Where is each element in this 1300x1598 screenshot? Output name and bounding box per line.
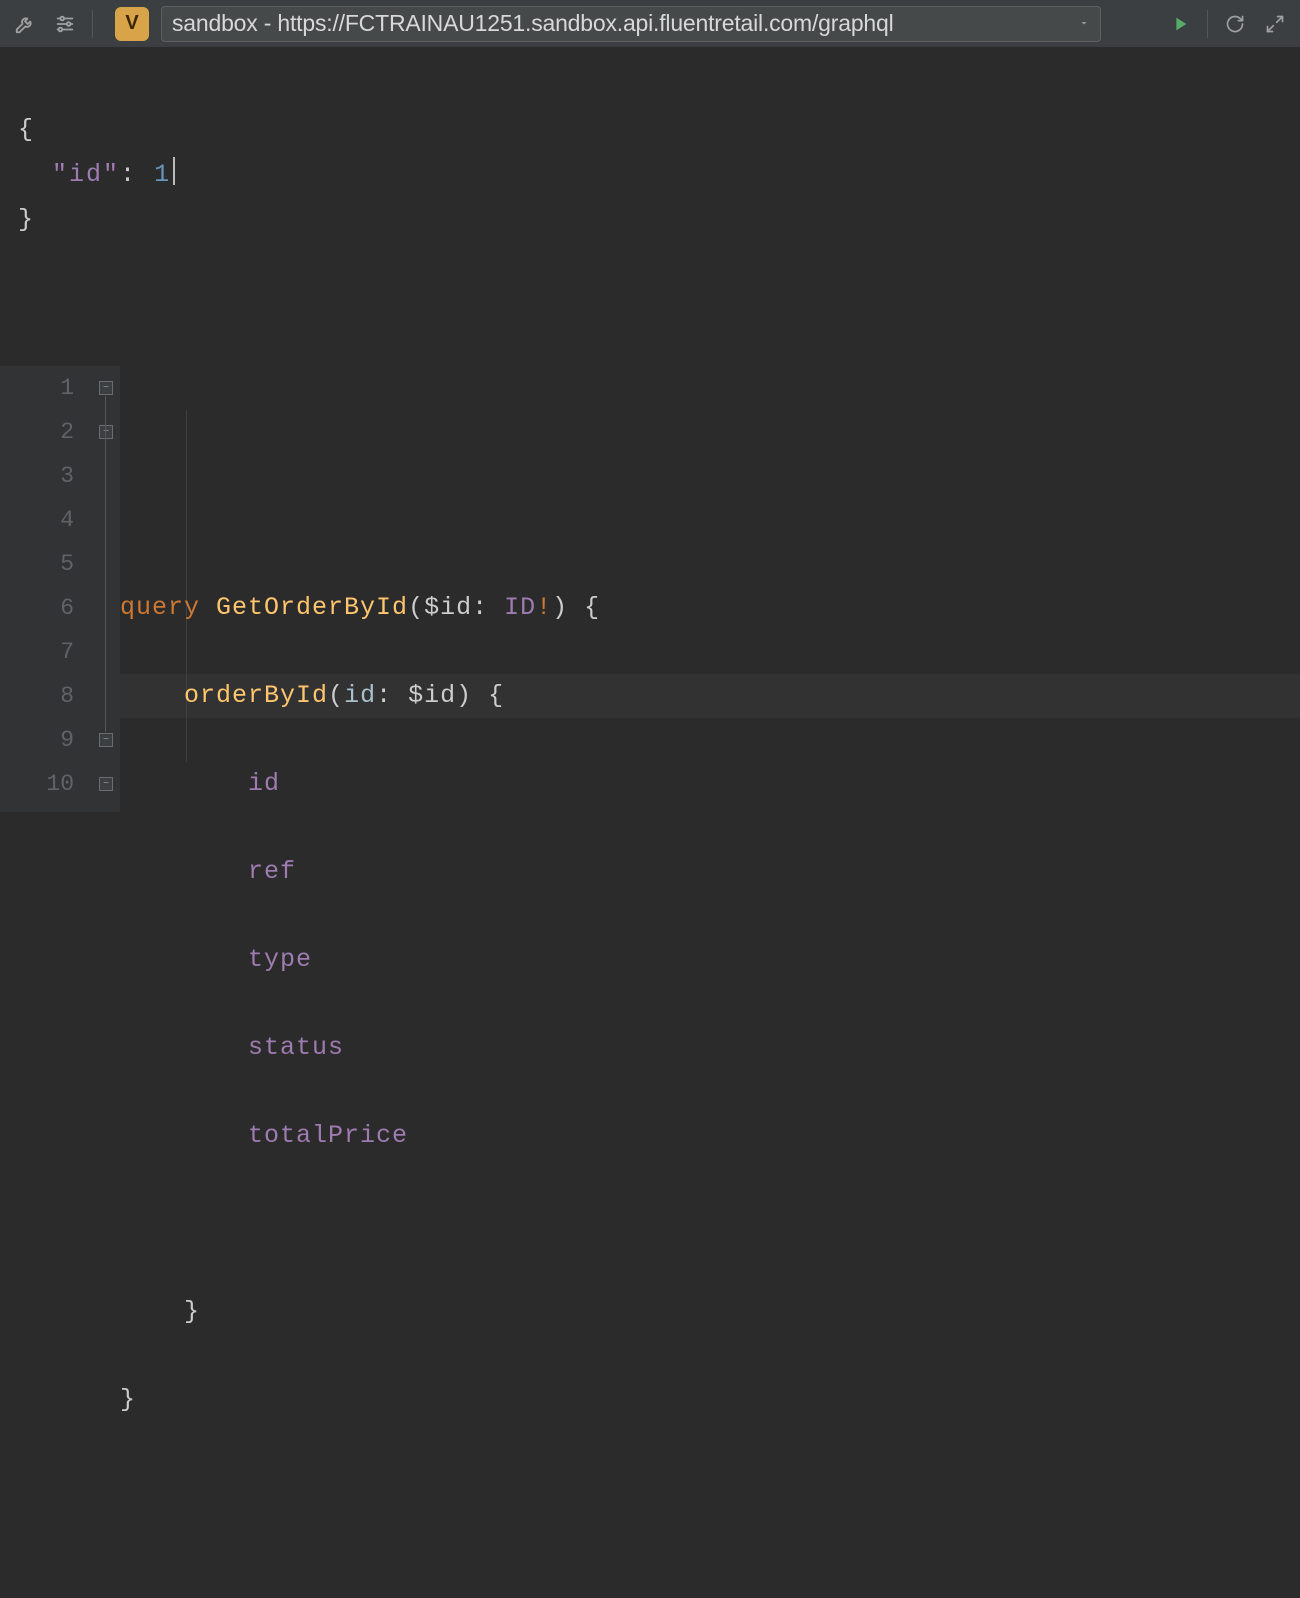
code-line: status bbox=[120, 1026, 1300, 1070]
endpoint-badge[interactable]: V bbox=[115, 7, 149, 41]
query-editor: 1 2 3 4 5 6 7 8 9 10 − − − − query GetOr… bbox=[0, 366, 1300, 812]
endpoint-selector-text: sandbox - https://FCTRAINAU1251.sandbox.… bbox=[172, 10, 894, 37]
toolbar-divider bbox=[92, 10, 93, 38]
refresh-icon[interactable] bbox=[1218, 7, 1252, 41]
run-icon[interactable] bbox=[1163, 7, 1197, 41]
fold-toggle-icon[interactable]: − bbox=[99, 381, 113, 395]
vars-value: 1 bbox=[154, 160, 171, 189]
text-caret bbox=[173, 157, 175, 185]
code-line: } bbox=[120, 1378, 1300, 1422]
code-area[interactable]: query GetOrderById($id: ID!) { orderById… bbox=[120, 366, 1300, 812]
line-number: 6 bbox=[0, 586, 74, 630]
line-number: 7 bbox=[0, 630, 74, 674]
variables-editor[interactable]: { "id": 1 } bbox=[0, 48, 1300, 366]
line-number: 5 bbox=[0, 542, 74, 586]
fold-gutter: − − − − bbox=[96, 366, 120, 812]
line-number: 9 bbox=[0, 718, 74, 762]
code-line bbox=[120, 1202, 1300, 1246]
line-number: 4 bbox=[0, 498, 74, 542]
line-number: 1 bbox=[0, 366, 74, 410]
line-number-gutter: 1 2 3 4 5 6 7 8 9 10 bbox=[0, 366, 96, 812]
wrench-icon[interactable] bbox=[8, 7, 42, 41]
endpoint-badge-letter: V bbox=[125, 12, 138, 35]
settings-sliders-icon[interactable] bbox=[48, 7, 82, 41]
line-number: 10 bbox=[0, 762, 74, 806]
endpoint-selector[interactable]: sandbox - https://FCTRAINAU1251.sandbox.… bbox=[161, 6, 1101, 42]
code-line: } bbox=[120, 1290, 1300, 1334]
vars-close-brace: } bbox=[18, 205, 35, 234]
fold-end-icon[interactable]: − bbox=[99, 733, 113, 747]
code-line: id bbox=[120, 762, 1300, 806]
code-line: totalPrice bbox=[120, 1114, 1300, 1158]
fold-toggle-icon[interactable]: − bbox=[99, 425, 113, 439]
line-number: 8 bbox=[0, 674, 74, 718]
code-line: ref bbox=[120, 850, 1300, 894]
line-number: 3 bbox=[0, 454, 74, 498]
line-number: 2 bbox=[0, 410, 74, 454]
chevron-down-icon bbox=[1078, 16, 1090, 32]
fold-end-icon[interactable]: − bbox=[99, 777, 113, 791]
vars-open-brace: { bbox=[18, 115, 35, 144]
code-line: type bbox=[120, 938, 1300, 982]
toolbar-divider bbox=[1207, 10, 1208, 38]
toolbar: V sandbox - https://FCTRAINAU1251.sandbo… bbox=[0, 0, 1300, 48]
expand-icon[interactable] bbox=[1258, 7, 1292, 41]
vars-key: "id" bbox=[52, 160, 120, 189]
vars-colon: : bbox=[120, 160, 137, 189]
fold-guide-line bbox=[105, 396, 106, 732]
code-line: query GetOrderById($id: ID!) { bbox=[120, 586, 1300, 630]
code-line: orderById(id: $id) { bbox=[120, 674, 1300, 718]
